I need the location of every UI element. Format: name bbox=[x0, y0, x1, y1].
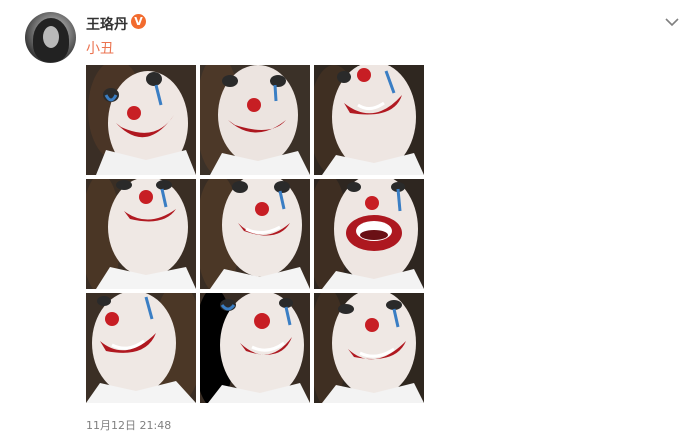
post-text: 小丑 bbox=[86, 41, 114, 57]
verified-badge-icon: V bbox=[131, 14, 146, 29]
gallery-image[interactable] bbox=[86, 179, 196, 289]
image-grid bbox=[86, 65, 424, 403]
avatar-face bbox=[43, 26, 59, 48]
avatar[interactable] bbox=[25, 12, 76, 63]
gallery-image[interactable] bbox=[200, 179, 310, 289]
username[interactable]: 王珞丹 bbox=[86, 14, 128, 34]
weibo-post: 王珞丹 V 小丑 11月12日 21:48 bbox=[0, 0, 697, 436]
gallery-image[interactable] bbox=[314, 179, 424, 289]
chevron-down-icon[interactable] bbox=[664, 14, 680, 28]
gallery-image[interactable] bbox=[86, 65, 196, 175]
gallery-image[interactable] bbox=[86, 293, 196, 403]
gallery-image[interactable] bbox=[200, 65, 310, 175]
post-timestamp[interactable]: 11月12日 21:48 bbox=[86, 417, 171, 433]
gallery-image[interactable] bbox=[200, 293, 310, 403]
gallery-image[interactable] bbox=[314, 293, 424, 403]
gallery-image[interactable] bbox=[314, 65, 424, 175]
